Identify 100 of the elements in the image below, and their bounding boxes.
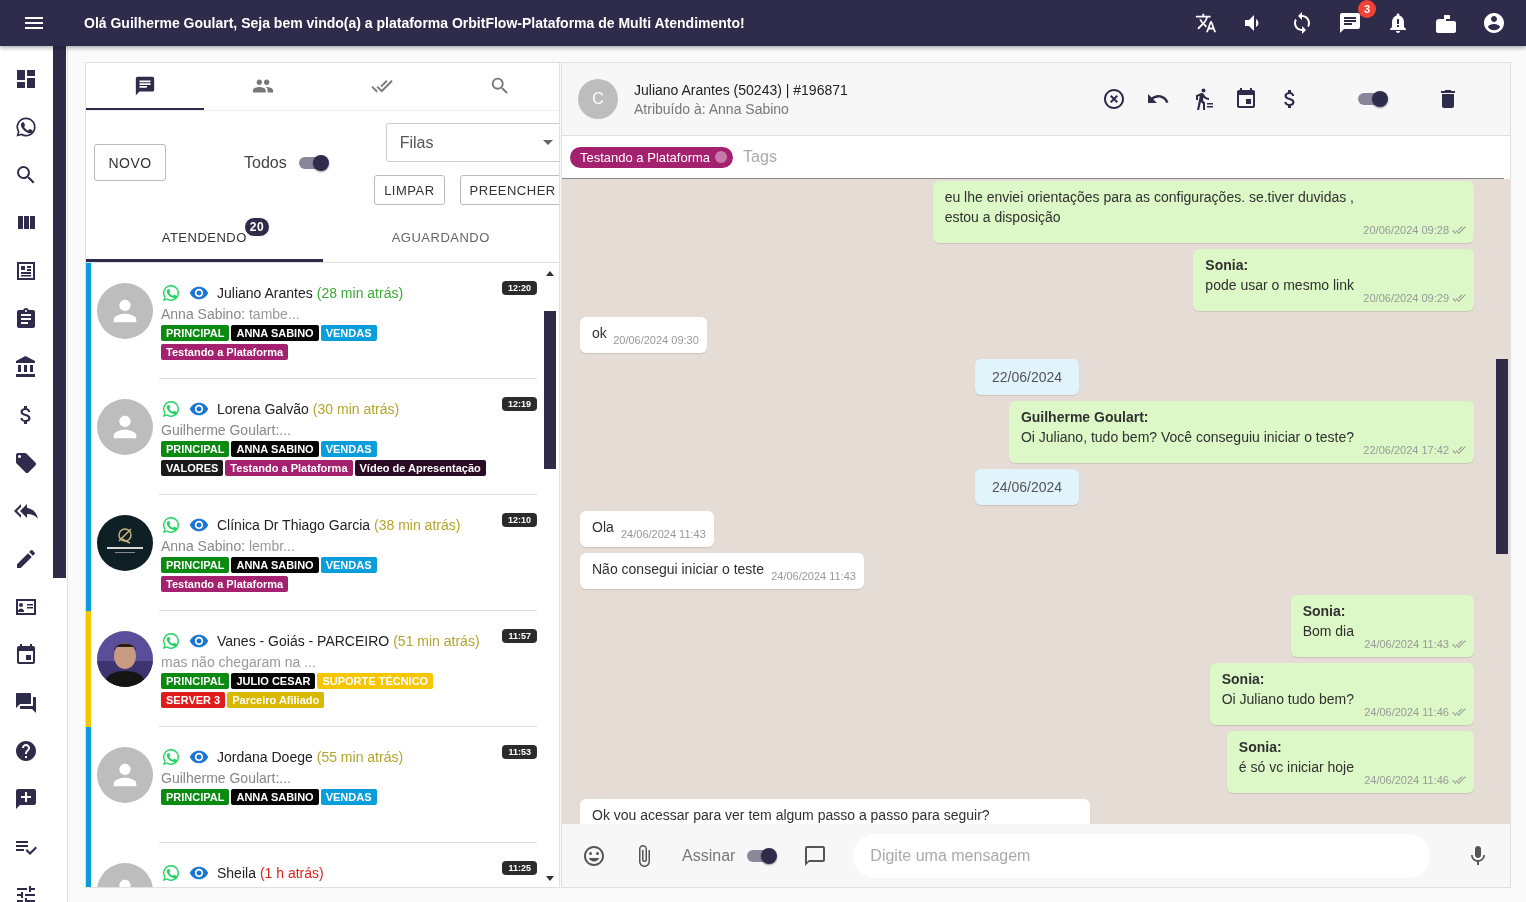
sender-name: Sonia: [1205, 256, 1250, 275]
message-time: 24/06/2024 11:43 [771, 569, 856, 584]
tag: JULIO CESAR [231, 673, 316, 689]
elapsed-time: (38 min atrás) [374, 517, 461, 533]
scroll-down-icon [546, 876, 554, 881]
pencil-icon[interactable] [14, 547, 38, 571]
speech-bubble-icon[interactable] [803, 843, 828, 868]
chat-title: Juliano Arantes (50243) | #196871 [634, 81, 849, 98]
whatsapp-icon[interactable] [14, 115, 38, 139]
message-text: eu lhe enviei orientações para as configurações. se.tiver duvidas , estou a disposição [944, 189, 1354, 225]
ticket-item[interactable]: Sheila (1 h atrás) 11:25 [86, 843, 559, 887]
close-icon[interactable] [1102, 87, 1126, 111]
message-text: Oi Juliano tudo bem? [1221, 691, 1354, 707]
notification-badge: 3 [1358, 0, 1376, 18]
double-check-icon [1452, 443, 1466, 457]
account-icon[interactable] [1482, 11, 1506, 35]
double-check-icon [1452, 291, 1466, 305]
fill-button[interactable]: PREENCHER [459, 175, 559, 205]
contact-name: Vanes - Goiás - PARCEIRO [217, 633, 390, 649]
contact-name: Clínica Dr Thiago Garcia [217, 517, 371, 533]
dashboard-icon[interactable] [14, 67, 38, 91]
tag: VENDAS [320, 789, 377, 805]
date-chip: 24/06/2024 [974, 469, 1080, 505]
message-preview: Guilherme Goulart:... [161, 422, 292, 438]
whatsapp-icon [161, 863, 181, 883]
new-button[interactable]: NOVO [94, 144, 166, 181]
bank-icon[interactable] [14, 355, 38, 379]
elapsed-time: (30 min atrás) [312, 401, 400, 417]
elapsed-time: (51 min atrás) [393, 633, 480, 649]
date-chip: 22/06/2024 [974, 359, 1080, 395]
tag: Vídeo de Apresentação [354, 460, 486, 476]
chat-icon [134, 74, 157, 97]
message-text: é só vc iniciar hoje [1238, 759, 1354, 775]
forum-icon[interactable] [14, 691, 38, 715]
message-text: Ola [592, 519, 614, 535]
whatsapp-icon [161, 747, 181, 767]
contact-avatar: C [578, 79, 618, 119]
help-icon[interactable] [14, 739, 38, 763]
add-comment-icon[interactable] [14, 787, 38, 811]
ticket-item[interactable]: Juliano Arantes (28 min atrás) Anna Sabino: tambe... PRINCIPAL ANNA SABINO VENDAS Testando a Plataforma 12:20 [86, 263, 559, 379]
ticket-item[interactable]: Lorena Galvão (30 min atrás) Guilherme Goulart:... PRINCIPAL ANNA SABINO VENDAS VALORES Testando a Plataforma Vídeo de Apresentação 12:19 [86, 379, 559, 495]
toggle-switch[interactable] [1356, 89, 1388, 109]
newspaper-icon[interactable] [14, 259, 38, 283]
contact-name: Jordana Doege [217, 749, 313, 765]
message-text: Ok vou acessar para ver tem algum passo a passo para seguir? [592, 807, 990, 823]
tag: Parceiro Afiliado [227, 692, 325, 708]
message-field[interactable]: Digite uma mensagem [853, 833, 1430, 878]
ticket-item[interactable]: Jordana Doege (55 min atrás) Guilherme Goulart:... PRINCIPAL ANNA SABINO VENDAS 11:53 [86, 727, 559, 843]
elapsed-time: (55 min atrás) [316, 749, 404, 765]
whatsapp-icon [161, 283, 181, 303]
message-text: Não consegui iniciar o teste [592, 561, 764, 577]
ticket-item[interactable]: Vanes - Goiás - PARCEIRO (51 min atrás) mas não chegaram na ... PRINCIPAL JULIO CESAR SUPORTE TÉCNICO SERVER 3 Parceiro Afiliado 11:57 [86, 611, 559, 727]
message-preview: mas não chegaram na ... [161, 654, 317, 670]
contact-name: Lorena Galvão [217, 401, 309, 417]
time-badge: 11:53 [502, 745, 537, 759]
message-time: 24/06/2024 11:43 [1364, 637, 1449, 652]
message-preview: Anna Sabino: tambe... [161, 306, 301, 322]
queue-select[interactable]: Filas [385, 123, 559, 162]
message-text: ok [592, 325, 607, 341]
message-time: 20/06/2024 09:28 [1363, 223, 1449, 238]
clipboard-icon[interactable] [14, 307, 38, 331]
tag: ANNA SABINO [231, 441, 319, 457]
tag: ANNA SABINO [231, 325, 319, 341]
calendar-icon[interactable] [14, 643, 38, 667]
tag-chip[interactable]: Testando a Plataforma [570, 146, 734, 168]
double-check-icon [1452, 773, 1466, 787]
message-preview: Guilherme Goulart:... [161, 770, 292, 786]
tag: VALORES [161, 460, 224, 476]
tags-field[interactable]: Tags [741, 147, 1496, 167]
ticket-item[interactable]: Clínica Dr Thiago Garcia (38 min atrás) Anna Sabino: lembr... PRINCIPAL ANNA SABINO VENDAS Testando a Plataforma 12:10 [86, 495, 559, 611]
clear-button[interactable]: LIMPAR [374, 175, 445, 205]
tag: Testando a Plataforma [225, 460, 353, 476]
tag: VENDAS [320, 557, 377, 573]
emoji-icon[interactable] [582, 843, 606, 868]
translate-icon[interactable] [1194, 11, 1218, 35]
time-badge: 12:20 [501, 281, 537, 295]
tag-icon[interactable] [14, 451, 38, 475]
tag: SERVER 3 [161, 692, 226, 708]
time-badge: 11:57 [502, 629, 537, 643]
sender-name: Guilherme Goulart: [1020, 408, 1150, 427]
whatsapp-icon [161, 399, 181, 419]
tag: Testando a Plataforma [161, 576, 289, 592]
message-time: 24/06/2024 11:46 [1364, 773, 1449, 788]
message-time: 20/06/2024 09:30 [613, 333, 699, 348]
message-time: 20/06/2024 09:29 [1363, 291, 1449, 306]
sliders-icon[interactable] [14, 883, 38, 902]
sender-name: Sonia: [1238, 738, 1283, 757]
tag: PRINCIPAL [161, 325, 230, 341]
tag: PRINCIPAL [161, 789, 230, 805]
time-badge: 12:10 [501, 513, 537, 527]
double-check-icon [1452, 637, 1466, 651]
message-text: Oi Juliano, tudo bem? Você conseguiu iniciar o teste? [1020, 429, 1354, 445]
calendar-icon[interactable] [1234, 87, 1258, 111]
status-tab[interactable]: AGUARDANDO [322, 216, 559, 262]
chat-icon[interactable] [1338, 11, 1362, 35]
scroll-up-icon [546, 271, 554, 276]
whatsapp-icon [161, 631, 181, 651]
toggle-label: Todos [244, 154, 287, 172]
tag: Testando a Plataforma [161, 344, 289, 360]
status-tab[interactable]: ATENDENDO 20 [86, 216, 323, 262]
